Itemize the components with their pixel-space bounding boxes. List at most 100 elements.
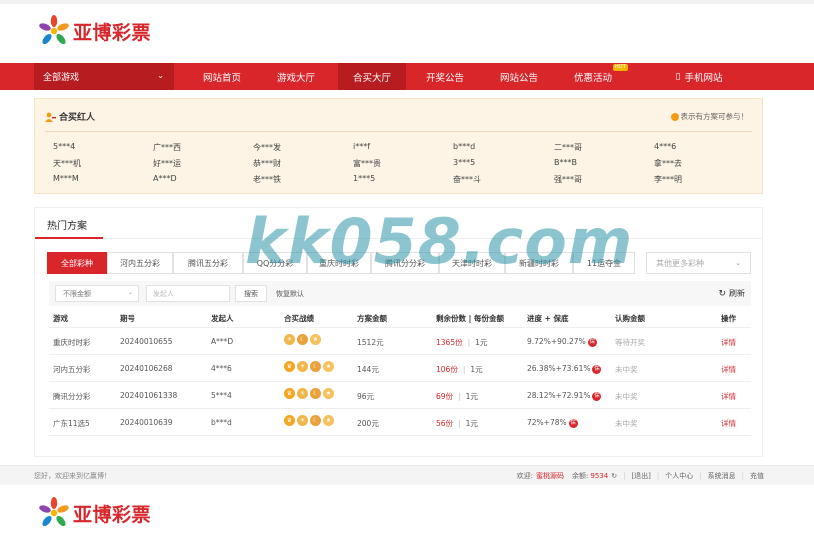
divider [35, 238, 762, 239]
hongren-user[interactable]: 李***明 [654, 174, 682, 185]
amount-select-label: 不限金额 [63, 289, 91, 298]
tab-11yun[interactable]: 11运夺金 [573, 252, 635, 274]
hongren-user[interactable]: 奋***斗 [453, 174, 481, 185]
moon-medal-icon: ☾ [310, 388, 321, 399]
hongren-title-text: 合买红人 [59, 113, 96, 123]
remaining-shares: 1365份 [436, 338, 463, 347]
amount-select[interactable]: 不限金额 ⌄ [55, 285, 139, 302]
column-header: 认购金额 [615, 314, 645, 323]
progress-cell: 72%+78% 保 [527, 418, 578, 428]
user-status-bar: 您好，欢迎来到亿赢博！ 欢迎: 蜜桃源码 余额: 9534 ↻ | [退出] |… [0, 465, 814, 485]
hongren-user[interactable]: 二***哥 [554, 142, 582, 153]
mobile-icon: ▯ [675, 71, 681, 82]
hello-label: 欢迎: [516, 472, 534, 480]
hot-plans-title: 热门方案 [47, 221, 87, 232]
game-cell: 腾讯分分彩 [53, 392, 91, 401]
column-header: 游戏 [53, 314, 68, 323]
more-lotteries-select[interactable]: 其他更多彩种 ⌄ [646, 252, 751, 274]
top-border [0, 0, 814, 4]
tab-tencent-5min[interactable]: 腾讯五分彩 [173, 252, 243, 274]
nav-item-announcements[interactable]: 网站公告 [488, 63, 550, 90]
hongren-user[interactable]: 1***5 [353, 174, 375, 183]
table-row: 腾讯分分彩 202401061338 5***4 ♛ ☀ ☾ ★ 96元 69份… [49, 382, 751, 409]
separator: | [458, 392, 461, 401]
nav-item-draw-results[interactable]: 开奖公告 [414, 63, 476, 90]
separator: | [467, 338, 471, 347]
table-row: 广东11选5 20240010639 b***d ♛ ☀ ☾ ★ 200元 56… [49, 409, 751, 436]
hongren-note: 表示有方案可参与！ [670, 111, 749, 122]
tab-tianjin-ssc[interactable]: 天津时时彩 [439, 252, 505, 274]
nav-item-home[interactable]: 网站首页 [190, 63, 254, 90]
hongren-user[interactable]: A***D [153, 174, 177, 183]
hongren-user[interactable]: 恭***财 [253, 158, 281, 169]
hongren-user[interactable]: 广***西 [153, 142, 181, 153]
recharge-link[interactable]: 充值 [750, 471, 764, 481]
refresh-balance-icon[interactable]: ↻ [611, 472, 617, 480]
column-header: 期号 [120, 314, 135, 323]
footer-logo[interactable]: 亚博彩票 [36, 495, 151, 531]
initiator-cell: 4***6 [211, 364, 232, 373]
hongren-user[interactable]: i***f [353, 142, 370, 151]
all-games-dropdown[interactable]: 全部游戏 ⌄ [34, 63, 174, 90]
moon-medal-icon: ☾ [297, 334, 308, 345]
detail-link[interactable]: 详情 [721, 337, 736, 348]
nav-item-mobile-label: 手机网站 [684, 72, 723, 84]
balance-label: 余额: [572, 472, 589, 480]
column-header: 发起人 [211, 314, 234, 323]
column-header: 操作 [721, 314, 736, 323]
chevron-down-icon: ⌄ [127, 289, 133, 296]
hongren-user[interactable]: 天***机 [53, 158, 81, 169]
hongren-user[interactable]: b***d [453, 142, 475, 151]
crown-medal-icon: ♛ [284, 388, 295, 399]
hot-plans-panel: 热门方案 全部彩种 河内五分彩 腾讯五分彩 QQ分分彩 重庆时时彩 腾讯分分彩 … [34, 207, 763, 457]
tab-tencent-1min[interactable]: 腾讯分分彩 [371, 252, 439, 274]
site-logo[interactable]: 亚博彩票 [36, 13, 151, 49]
tab-xinjiang-ssc[interactable]: 新疆时时彩 [505, 252, 573, 274]
detail-link[interactable]: 详情 [721, 418, 736, 429]
issue-cell: 202401061338 [120, 391, 178, 400]
system-messages-link[interactable]: 系统消息 [708, 471, 736, 481]
hongren-user[interactable]: 好***运 [153, 158, 181, 169]
hongren-user[interactable]: 今***发 [253, 142, 281, 153]
user-center-link[interactable]: 个人中心 [665, 471, 693, 481]
search-button[interactable]: 搜索 [235, 285, 267, 302]
hongren-user[interactable]: 4***6 [654, 142, 676, 151]
status-cell: 未中奖 [615, 392, 638, 401]
hongren-user[interactable]: 富***贵 [353, 158, 381, 169]
initiator-input[interactable]: 发起人 [146, 285, 230, 302]
sun-medal-icon: ☀ [297, 415, 308, 426]
hongren-user[interactable]: 强***哥 [554, 174, 582, 185]
hongren-user[interactable]: M***M [53, 174, 79, 183]
tab-hanoi-5min[interactable]: 河内五分彩 [107, 252, 173, 274]
hongren-user[interactable]: 5***4 [53, 142, 75, 151]
hongren-user[interactable]: 老***铁 [253, 174, 281, 185]
progress-cell: 26.38%+73.61% 保 [527, 364, 602, 374]
per-share: 1元 [465, 392, 478, 401]
logout-link[interactable]: [退出] [631, 471, 650, 481]
progress-text: 28.12%+72.91% [527, 391, 591, 400]
nav-item-mobile[interactable]: ▯ 手机网站 [664, 63, 734, 90]
participate-icon [670, 112, 679, 121]
tab-all-lotteries[interactable]: 全部彩种 [47, 252, 107, 274]
tab-chongqing-ssc[interactable]: 重庆时时彩 [307, 252, 371, 274]
nav-item-lobby[interactable]: 游戏大厅 [264, 63, 328, 90]
remaining-cell: 56份 | 1元 [436, 418, 478, 429]
username-link[interactable]: 蜜桃源码 [536, 471, 564, 481]
person-icon [45, 112, 56, 122]
hongren-user[interactable]: 拿***去 [654, 158, 682, 169]
hongren-user[interactable]: 3***5 [453, 158, 475, 167]
status-cell: 等待开奖 [615, 338, 645, 347]
detail-link[interactable]: 详情 [721, 364, 736, 375]
reset-default-link[interactable]: 恢复默认 [276, 285, 304, 302]
detail-link[interactable]: 详情 [721, 391, 736, 402]
star-medal-icon: ★ [310, 334, 321, 345]
progress-text: 9.72%+90.27% [527, 337, 586, 346]
guarantee-badge: 保 [568, 418, 578, 428]
nav-item-hemai[interactable]: 合买大厅 [338, 63, 406, 90]
refresh-button[interactable]: ↻ 刷新 [718, 285, 745, 302]
hongren-user[interactable]: B***B [554, 158, 577, 167]
tab-qq-1min[interactable]: QQ分分彩 [243, 252, 307, 274]
moon-medal-icon: ☾ [310, 361, 321, 372]
record-icons: ♛ ☀ ☾ ★ [284, 415, 334, 426]
hongren-note-text: 表示有方案可参与！ [680, 112, 749, 121]
